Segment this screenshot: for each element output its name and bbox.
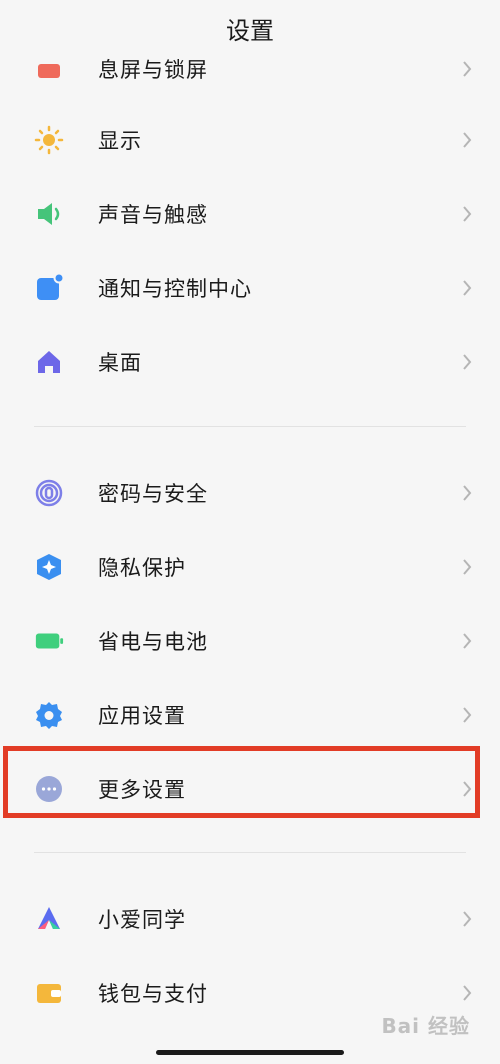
watermark: Bai 经验 <box>381 1014 470 1038</box>
settings-item-privacy[interactable]: 隐私保护 <box>0 530 500 604</box>
settings-item-desktop[interactable]: 桌面 <box>0 325 500 399</box>
settings-item-display[interactable]: 显示 <box>0 103 500 177</box>
chevron-right-icon <box>460 556 474 578</box>
settings-item-label: 通知与控制中心 <box>98 277 252 301</box>
chevron-right-icon <box>460 704 474 726</box>
page-title-overlay: 设置 <box>226 16 274 45</box>
speaker-icon <box>34 199 64 229</box>
battery-icon <box>34 626 64 656</box>
settings-item-label: 钱包与支付 <box>98 982 208 1006</box>
settings-item-label: 小爱同学 <box>98 908 186 932</box>
settings-item-label: 显示 <box>98 129 142 153</box>
chevron-right-icon <box>460 58 474 80</box>
settings-item-label: 桌面 <box>98 351 142 375</box>
home-icon <box>34 347 64 377</box>
notification-icon <box>34 273 64 303</box>
xiaoai-icon <box>34 904 64 934</box>
section-divider <box>34 852 466 853</box>
home-indicator[interactable] <box>156 1050 344 1055</box>
settings-item-label: 密码与安全 <box>98 482 208 506</box>
chevron-right-icon <box>460 351 474 373</box>
settings-item-label: 省电与电池 <box>98 630 208 654</box>
chevron-right-icon <box>460 630 474 652</box>
fingerprint-icon <box>34 478 64 508</box>
settings-item-label: 息屏与锁屏 <box>98 58 208 82</box>
settings-item-sound[interactable]: 声音与触感 <box>0 177 500 251</box>
chevron-right-icon <box>460 982 474 1004</box>
settings-item-label: 隐私保护 <box>98 556 186 580</box>
chevron-right-icon <box>460 129 474 151</box>
header-overlay: 设置 <box>0 0 500 56</box>
highlight-box <box>3 746 480 818</box>
sun-icon <box>34 125 64 155</box>
settings-item-xiaoai[interactable]: 小爱同学 <box>0 882 500 956</box>
chevron-right-icon <box>460 908 474 930</box>
settings-item-label: 应用设置 <box>98 704 186 728</box>
wallet-icon <box>34 978 64 1008</box>
settings-item-label: 声音与触感 <box>98 203 208 227</box>
gear-icon <box>34 700 64 730</box>
settings-item-app-settings[interactable]: 应用设置 <box>0 678 500 752</box>
section-divider <box>34 426 466 427</box>
chevron-right-icon <box>460 482 474 504</box>
lock-screen-icon <box>34 54 64 84</box>
chevron-right-icon <box>460 277 474 299</box>
shield-icon <box>34 552 64 582</box>
settings-item-battery[interactable]: 省电与电池 <box>0 604 500 678</box>
settings-item-password-security[interactable]: 密码与安全 <box>0 456 500 530</box>
settings-item-notifications[interactable]: 通知与控制中心 <box>0 251 500 325</box>
chevron-right-icon <box>460 203 474 225</box>
